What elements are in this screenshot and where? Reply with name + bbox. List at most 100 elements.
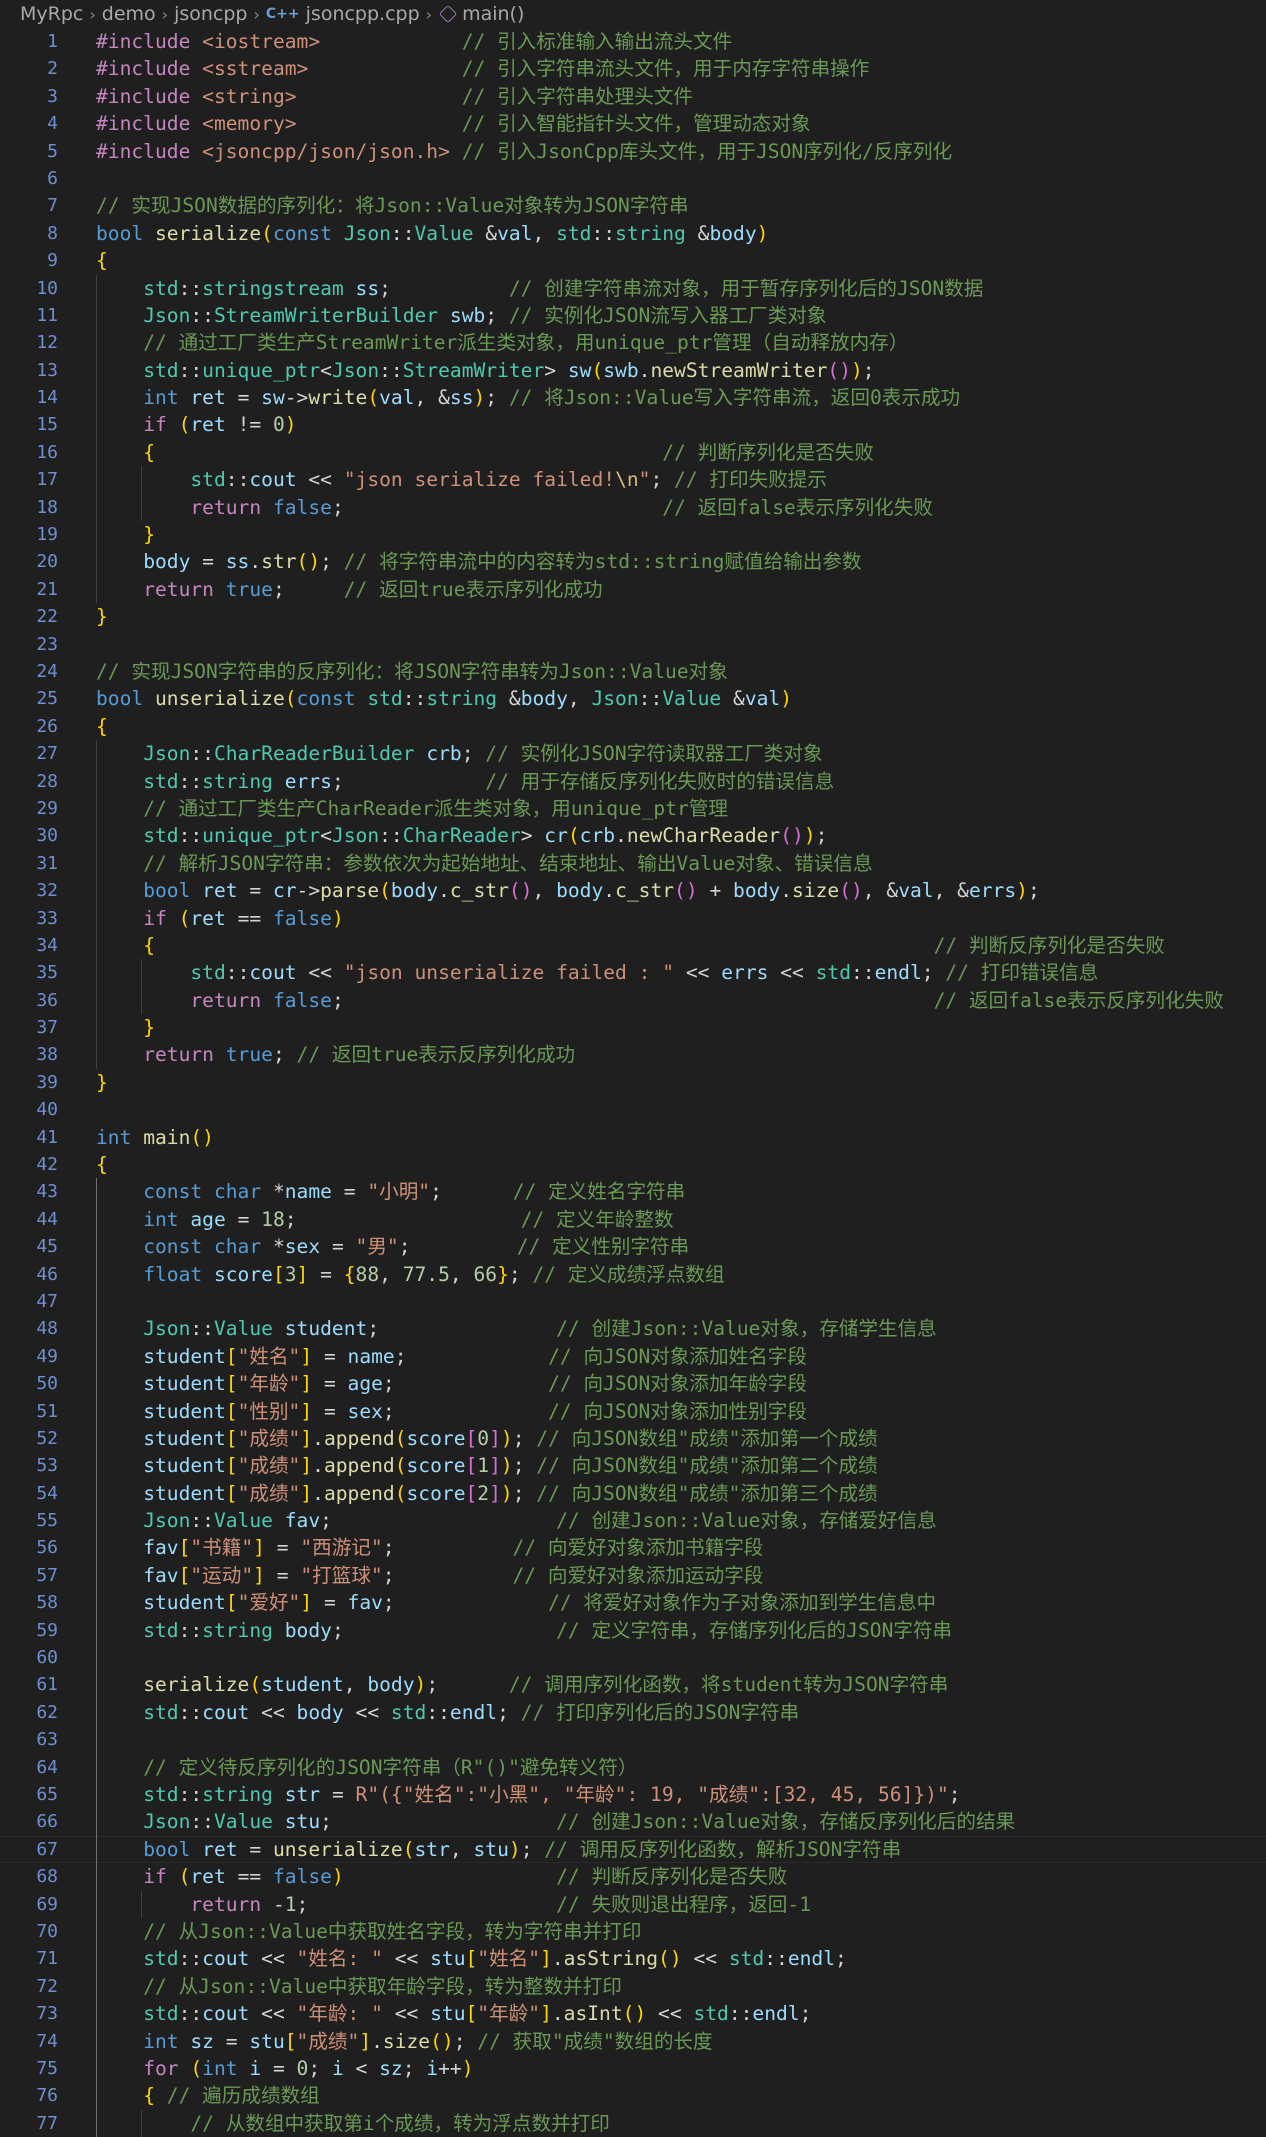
code-line[interactable]: 26 { — [0, 713, 1266, 740]
code-line[interactable]: 52 student["成绩"].append(score[0]); // 向J… — [0, 1424, 1266, 1453]
code-line[interactable]: 74 int sz = stu["成绩"].size(); // 获取"成绩"数… — [0, 2027, 1266, 2055]
code-line[interactable]: 72 // 从Json::Value中获取年龄字段，转为整数并打印 — [0, 1972, 1266, 2001]
breadcrumb-item-symbol[interactable]: main() — [462, 3, 524, 25]
code-line[interactable]: 66 Json::Value stu; // 创建Json::Value对象，存… — [0, 1808, 1266, 1836]
code-line[interactable]: 22} — [0, 603, 1266, 630]
code-line[interactable]: 75 for (int i = 0; i < sz; i++) — [0, 2054, 1266, 2083]
code-line[interactable]: 18 return false; // 返回false表示序列化失败 — [0, 493, 1266, 522]
code-line[interactable]: 65 std::string str = R"({"姓名":"小黑", "年龄"… — [0, 1781, 1266, 1809]
breadcrumb-item-file[interactable]: jsoncpp.cpp — [306, 3, 420, 25]
code-line[interactable]: 48 Json::Value student; // 创建Json::Value… — [0, 1315, 1266, 1343]
code-line[interactable]: 12 // 通过工厂类生产StreamWriter派生类对象，用unique_p… — [0, 329, 1266, 357]
code-text: student["成绩"].append(score[1]); // 向JSON… — [143, 1454, 878, 1478]
code-text: // 从数组中获取第i个成绩，转为浮点数并打印 — [190, 2111, 610, 2135]
code-line[interactable]: 2 #include <sstream> // 引入字符串流头文件，用于内存字符串… — [0, 55, 1266, 82]
code-line[interactable]: 61 serialize(student, body); // 调用序列化函数，… — [0, 1671, 1266, 1699]
code-line[interactable]: 3 #include <string> // 引入字符串处理头文件 — [0, 83, 1266, 110]
code-line[interactable]: 45 const char *sex = "男"; // 定义性别字符串 — [0, 1233, 1266, 1261]
code-editor[interactable]: 1 #include <iostream> // 引入标准输入输出流头文件 2 #in… — [0, 28, 1266, 2137]
code-line[interactable]: 33 if (ret == false) — [0, 904, 1266, 932]
code-line[interactable]: 63 — [0, 1726, 1266, 1754]
code-line[interactable]: 59 std::string body; // 定义字符串，存储序列化后的JSO… — [0, 1616, 1266, 1645]
code-line[interactable]: 42 { — [0, 1151, 1266, 1178]
code-line[interactable]: 56 fav["书籍"] = "西游记"; // 向爱好对象添加书籍字段 — [0, 1534, 1266, 1562]
code-line[interactable]: 28 std::string errs; // 用于存储反序列化失败时的错误信息 — [0, 767, 1266, 795]
breadcrumb-item-demo[interactable]: demo — [102, 3, 156, 25]
code-line[interactable]: 8 bool serialize(const Json::Value &val, … — [0, 220, 1266, 247]
code-line[interactable]: 15 if (ret != 0) — [0, 411, 1266, 439]
code-line[interactable]: 19 } — [0, 521, 1266, 549]
code-line[interactable]: 35 std::cout << "json unserialize failed… — [0, 959, 1266, 987]
code-line[interactable]: 41 int main() — [0, 1124, 1266, 1151]
code-line[interactable]: 16 { // 判断序列化是否失败 — [0, 438, 1266, 467]
code-line[interactable]: 68 if (ret == false) // 判断反序列化是否失败 — [0, 1863, 1266, 1891]
code-line[interactable]: 49 student["姓名"] = name; // 向JSON对象添加姓名字… — [0, 1342, 1266, 1371]
code-line[interactable]: 55 Json::Value fav; // 创建Json::Value对象，存… — [0, 1507, 1266, 1535]
code-text: std::cout << "姓名: " << stu["姓名"].asStrin… — [143, 1947, 847, 1971]
code-line[interactable]: 53 student["成绩"].append(score[1]); // 向J… — [0, 1452, 1266, 1480]
code-line[interactable]: 57 fav["运动"] = "打篮球"; // 向爱好对象添加运动字段 — [0, 1561, 1266, 1590]
code-line[interactable]: 34 { // 判断反序列化是否失败 — [0, 931, 1266, 960]
line-number: 7 — [47, 195, 58, 217]
code-line[interactable]: 36 return false; // 返回false表示反序列化失败 — [0, 986, 1266, 1015]
code-text: { // 遍历成绩数组 — [143, 2084, 320, 2108]
code-line[interactable]: 13 std::unique_ptr<Json::StreamWriter> s… — [0, 356, 1266, 385]
code-line[interactable]: 1 #include <iostream> // 引入标准输入输出流头文件 — [0, 28, 1266, 55]
code-line[interactable]: 32 bool ret = cr->parse(body.c_str(), bo… — [0, 877, 1266, 905]
code-line[interactable]: 47 — [0, 1287, 1266, 1316]
code-line[interactable]: 44 int age = 18; // 定义年龄整数 — [0, 1205, 1266, 1234]
code-line[interactable]: 17 std::cout << "json serialize failed!\… — [0, 466, 1266, 494]
code-line[interactable]: 67 bool ret = unserialize(str, stu); // … — [0, 1835, 1266, 1864]
code-line[interactable]: 14 int ret = sw->write(val, &ss); // 将Js… — [0, 384, 1266, 412]
code-text: // 通过工厂类生产StreamWriter派生类对象，用unique_ptr管… — [143, 331, 909, 355]
code-line[interactable]: 46 float score[3] = {88, 77.5, 66}; // 定… — [0, 1260, 1266, 1288]
code-line[interactable]: 43 const char *name = "小明"; // 定义姓名字符串 — [0, 1178, 1266, 1206]
code-line[interactable]: 73 std::cout << "年龄: " << stu["年龄"].asIn… — [0, 2000, 1266, 2028]
code-line[interactable]: 10 std::stringstream ss; // 创建字符串流对象，用于暂… — [0, 274, 1266, 302]
code-line[interactable]: 38 return true; // 返回true表示反序列化成功 — [0, 1041, 1266, 1069]
code-line[interactable]: 5 #include <jsoncpp/json/json.h> // 引入Jso… — [0, 138, 1266, 165]
code-line[interactable]: 64 // 定义待反序列化的JSON字符串（R"()"避免转义符） — [0, 1753, 1266, 1781]
breadcrumb-item-jsoncpp[interactable]: jsoncpp — [174, 3, 247, 25]
line-number: 36 — [36, 989, 58, 1011]
code-line[interactable]: 29 // 通过工厂类生产CharReader派生类对象，用unique_ptr… — [0, 794, 1266, 823]
code-line[interactable]: 50 student["年龄"] = age; // 向JSON对象添加年龄字段 — [0, 1370, 1266, 1398]
code-text: { // 判断反序列化是否失败 — [143, 933, 1165, 957]
line-number: 32 — [36, 880, 58, 902]
code-line[interactable]: 11 Json::StreamWriterBuilder swb; // 实例化… — [0, 301, 1266, 330]
code-line[interactable]: 4 #include <memory> // 引入智能指针头文件，管理动态对象 — [0, 110, 1266, 137]
code-line[interactable]: 30 std::unique_ptr<Json::CharReader> cr(… — [0, 822, 1266, 850]
code-line[interactable]: 39} — [0, 1069, 1266, 1096]
line-number: 10 — [36, 277, 58, 299]
code-line[interactable]: 20 body = ss.str(); // 将字符串流中的内容转为std::s… — [0, 548, 1266, 576]
code-text: student["成绩"].append(score[0]); // 向JSON… — [143, 1426, 878, 1450]
code-line[interactable]: 60 — [0, 1644, 1266, 1672]
code-line[interactable]: 7 // 实现JSON数据的序列化：将Json::Value对象转为JSON字符串 — [0, 192, 1266, 219]
code-line[interactable]: 31 // 解析JSON字符串：参数依次为起始地址、结束地址、输出Value对象… — [0, 849, 1266, 878]
code-line[interactable]: 77 // 从数组中获取第i个成绩，转为浮点数并打印 — [0, 2109, 1266, 2137]
line-number: 34 — [36, 934, 58, 956]
code-text: } — [143, 523, 155, 547]
code-line[interactable]: 9{ — [0, 247, 1266, 274]
code-line[interactable]: 21 return true; // 返回true表示序列化成功 — [0, 575, 1266, 604]
code-line[interactable]: 70 // 从Json::Value中获取姓名字段，转为字符串并打印 — [0, 1917, 1266, 1946]
chevron-right-icon: › — [89, 4, 96, 24]
breadcrumb-item-myrpc[interactable]: MyRpc — [20, 3, 83, 25]
code-line[interactable]: 51 student["性别"] = sex; // 向JSON对象添加性别字段 — [0, 1397, 1266, 1425]
code-line[interactable]: 27 Json::CharReaderBuilder crb; // 实例化JS… — [0, 740, 1266, 768]
code-line[interactable]: 23 — [0, 631, 1266, 658]
code-line[interactable]: 62 std::cout << body << std::endl; // 打印… — [0, 1698, 1266, 1727]
code-line[interactable]: 24 // 实现JSON字符串的反序列化：将JSON字符串转为Json::Valu… — [0, 658, 1266, 685]
code-line[interactable]: 58 student["爱好"] = fav; // 将爱好对象作为子对象添加到… — [0, 1589, 1266, 1617]
code-line[interactable]: 54 student["成绩"].append(score[2]); // 向J… — [0, 1479, 1266, 1508]
code-text: return true; // 返回true表示序列化成功 — [143, 577, 603, 601]
code-line[interactable]: 37 } — [0, 1014, 1266, 1042]
line-number: 50 — [36, 1373, 58, 1395]
code-line[interactable]: 69 return -1; // 失败则退出程序，返回-1 — [0, 1890, 1266, 1918]
line-number: 77 — [36, 2112, 58, 2134]
code-line[interactable]: 40 — [0, 1096, 1266, 1123]
code-line[interactable]: 6 — [0, 165, 1266, 192]
code-line[interactable]: 25 bool unserialize(const std::string &bo… — [0, 685, 1266, 712]
code-line[interactable]: 71 std::cout << "姓名: " << stu["姓名"].asSt… — [0, 1945, 1266, 1973]
code-line[interactable]: 76 { // 遍历成绩数组 — [0, 2082, 1266, 2110]
